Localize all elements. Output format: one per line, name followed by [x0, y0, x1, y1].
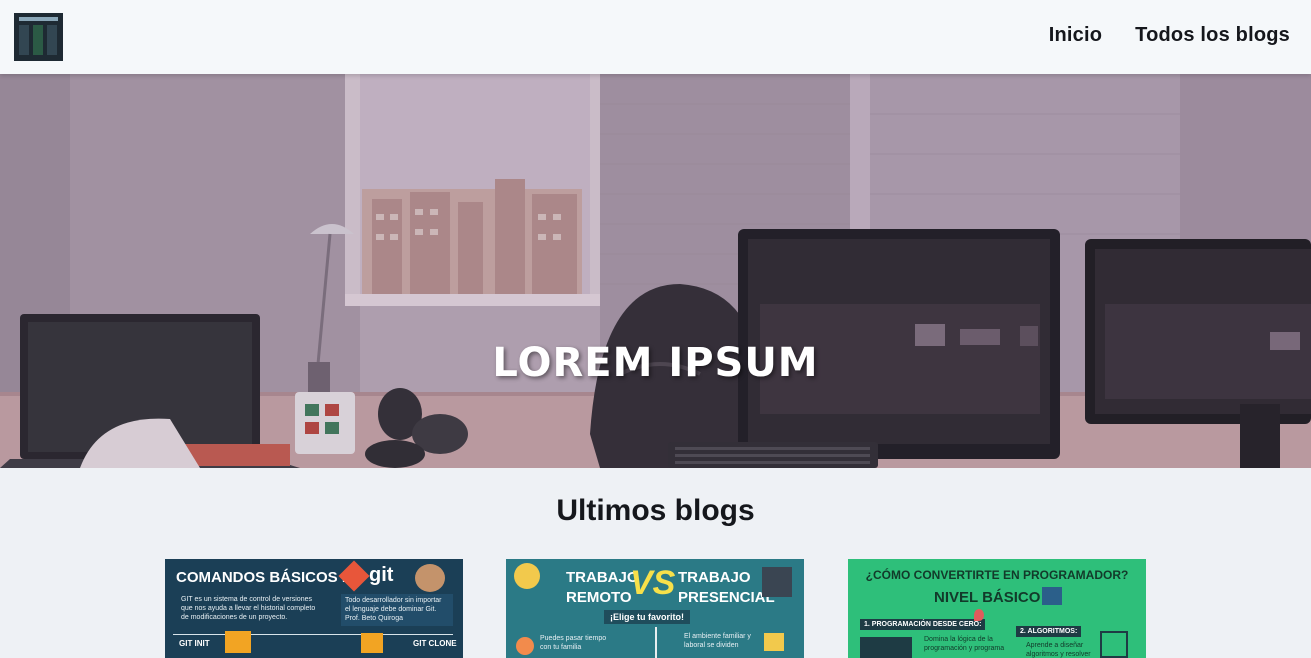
folder-icon [225, 631, 251, 653]
card-title-left: TRABAJO REMOTO [566, 569, 639, 606]
tag-git-init: GIT INIT [179, 639, 210, 648]
logo-icon [19, 17, 58, 21]
folder-icon [361, 633, 383, 653]
card-title: ¿CÓMO CONVERTIRTE EN PROGRAMADOR? [865, 568, 1129, 582]
card-title-right: TRABAJO PRESENCIAL [678, 569, 775, 606]
nav-link-todos-los-blogs[interactable]: Todos los blogs [1135, 24, 1290, 47]
card-subtitle: NIVEL BÁSICO [934, 589, 1041, 606]
banner: ¡Elige tu favorito! [604, 610, 690, 624]
logo-column [47, 25, 57, 55]
hero-title: LOREM IPSUM [492, 340, 819, 386]
office-icon [762, 567, 792, 597]
code-window [860, 637, 912, 658]
card-title-git: git [369, 564, 394, 586]
nav-links: Inicio Todos los blogs [1049, 24, 1290, 47]
hero-banner: LOREM IPSUM [0, 74, 1311, 468]
hero-image [0, 74, 1311, 468]
card-note: Todo desarrollador sin importar el lengu… [345, 597, 442, 622]
logo-column [33, 25, 43, 55]
site-logo[interactable] [14, 13, 63, 61]
vs-label: VS [630, 564, 676, 602]
step-2: 2. ALGORITMOS: [1016, 626, 1082, 637]
tag-git-clone: GIT CLONE [413, 639, 457, 648]
house-icon [764, 633, 784, 651]
family-icon [516, 637, 534, 655]
card-text-right: El ambiente familiar y laboral se divide… [684, 633, 751, 649]
laptop-icon [1042, 587, 1062, 605]
step-1-text: Domina la lógica de la programación y pr… [924, 636, 1005, 652]
person-icon [514, 563, 540, 589]
card-text-left: Puedes pasar tiempo con tu familia [540, 635, 607, 651]
section-title: Ultimos blogs [556, 494, 755, 527]
blog-card-git[interactable]: COMANDOS BÁSICOS DE git GIT es un sistem… [165, 559, 463, 658]
blog-card-programador[interactable]: ¿CÓMO CONVERTIRTE EN PROGRAMADOR? NIVEL … [848, 559, 1146, 658]
step-1: 1. PROGRAMACIÓN DESDE CERO: [860, 619, 986, 630]
divider [173, 634, 453, 635]
step-2-text: Aprende a diseñar algoritmos y resolver [1026, 642, 1091, 658]
git-icon [338, 560, 370, 592]
avatar [415, 564, 445, 592]
navbar: Inicio Todos los blogs [0, 0, 1311, 74]
card-title: COMANDOS BÁSICOS DE [176, 569, 363, 586]
divider [655, 627, 657, 658]
flowchart-icon [1100, 631, 1128, 658]
card-text: GIT es un sistema de control de versione… [181, 596, 316, 621]
nav-link-inicio[interactable]: Inicio [1049, 24, 1102, 47]
pin-icon [974, 609, 984, 621]
logo-column [19, 25, 29, 55]
blog-card-trabajo[interactable]: TRABAJO REMOTO VS TRABAJO PRESENCIAL ¡El… [506, 559, 804, 658]
